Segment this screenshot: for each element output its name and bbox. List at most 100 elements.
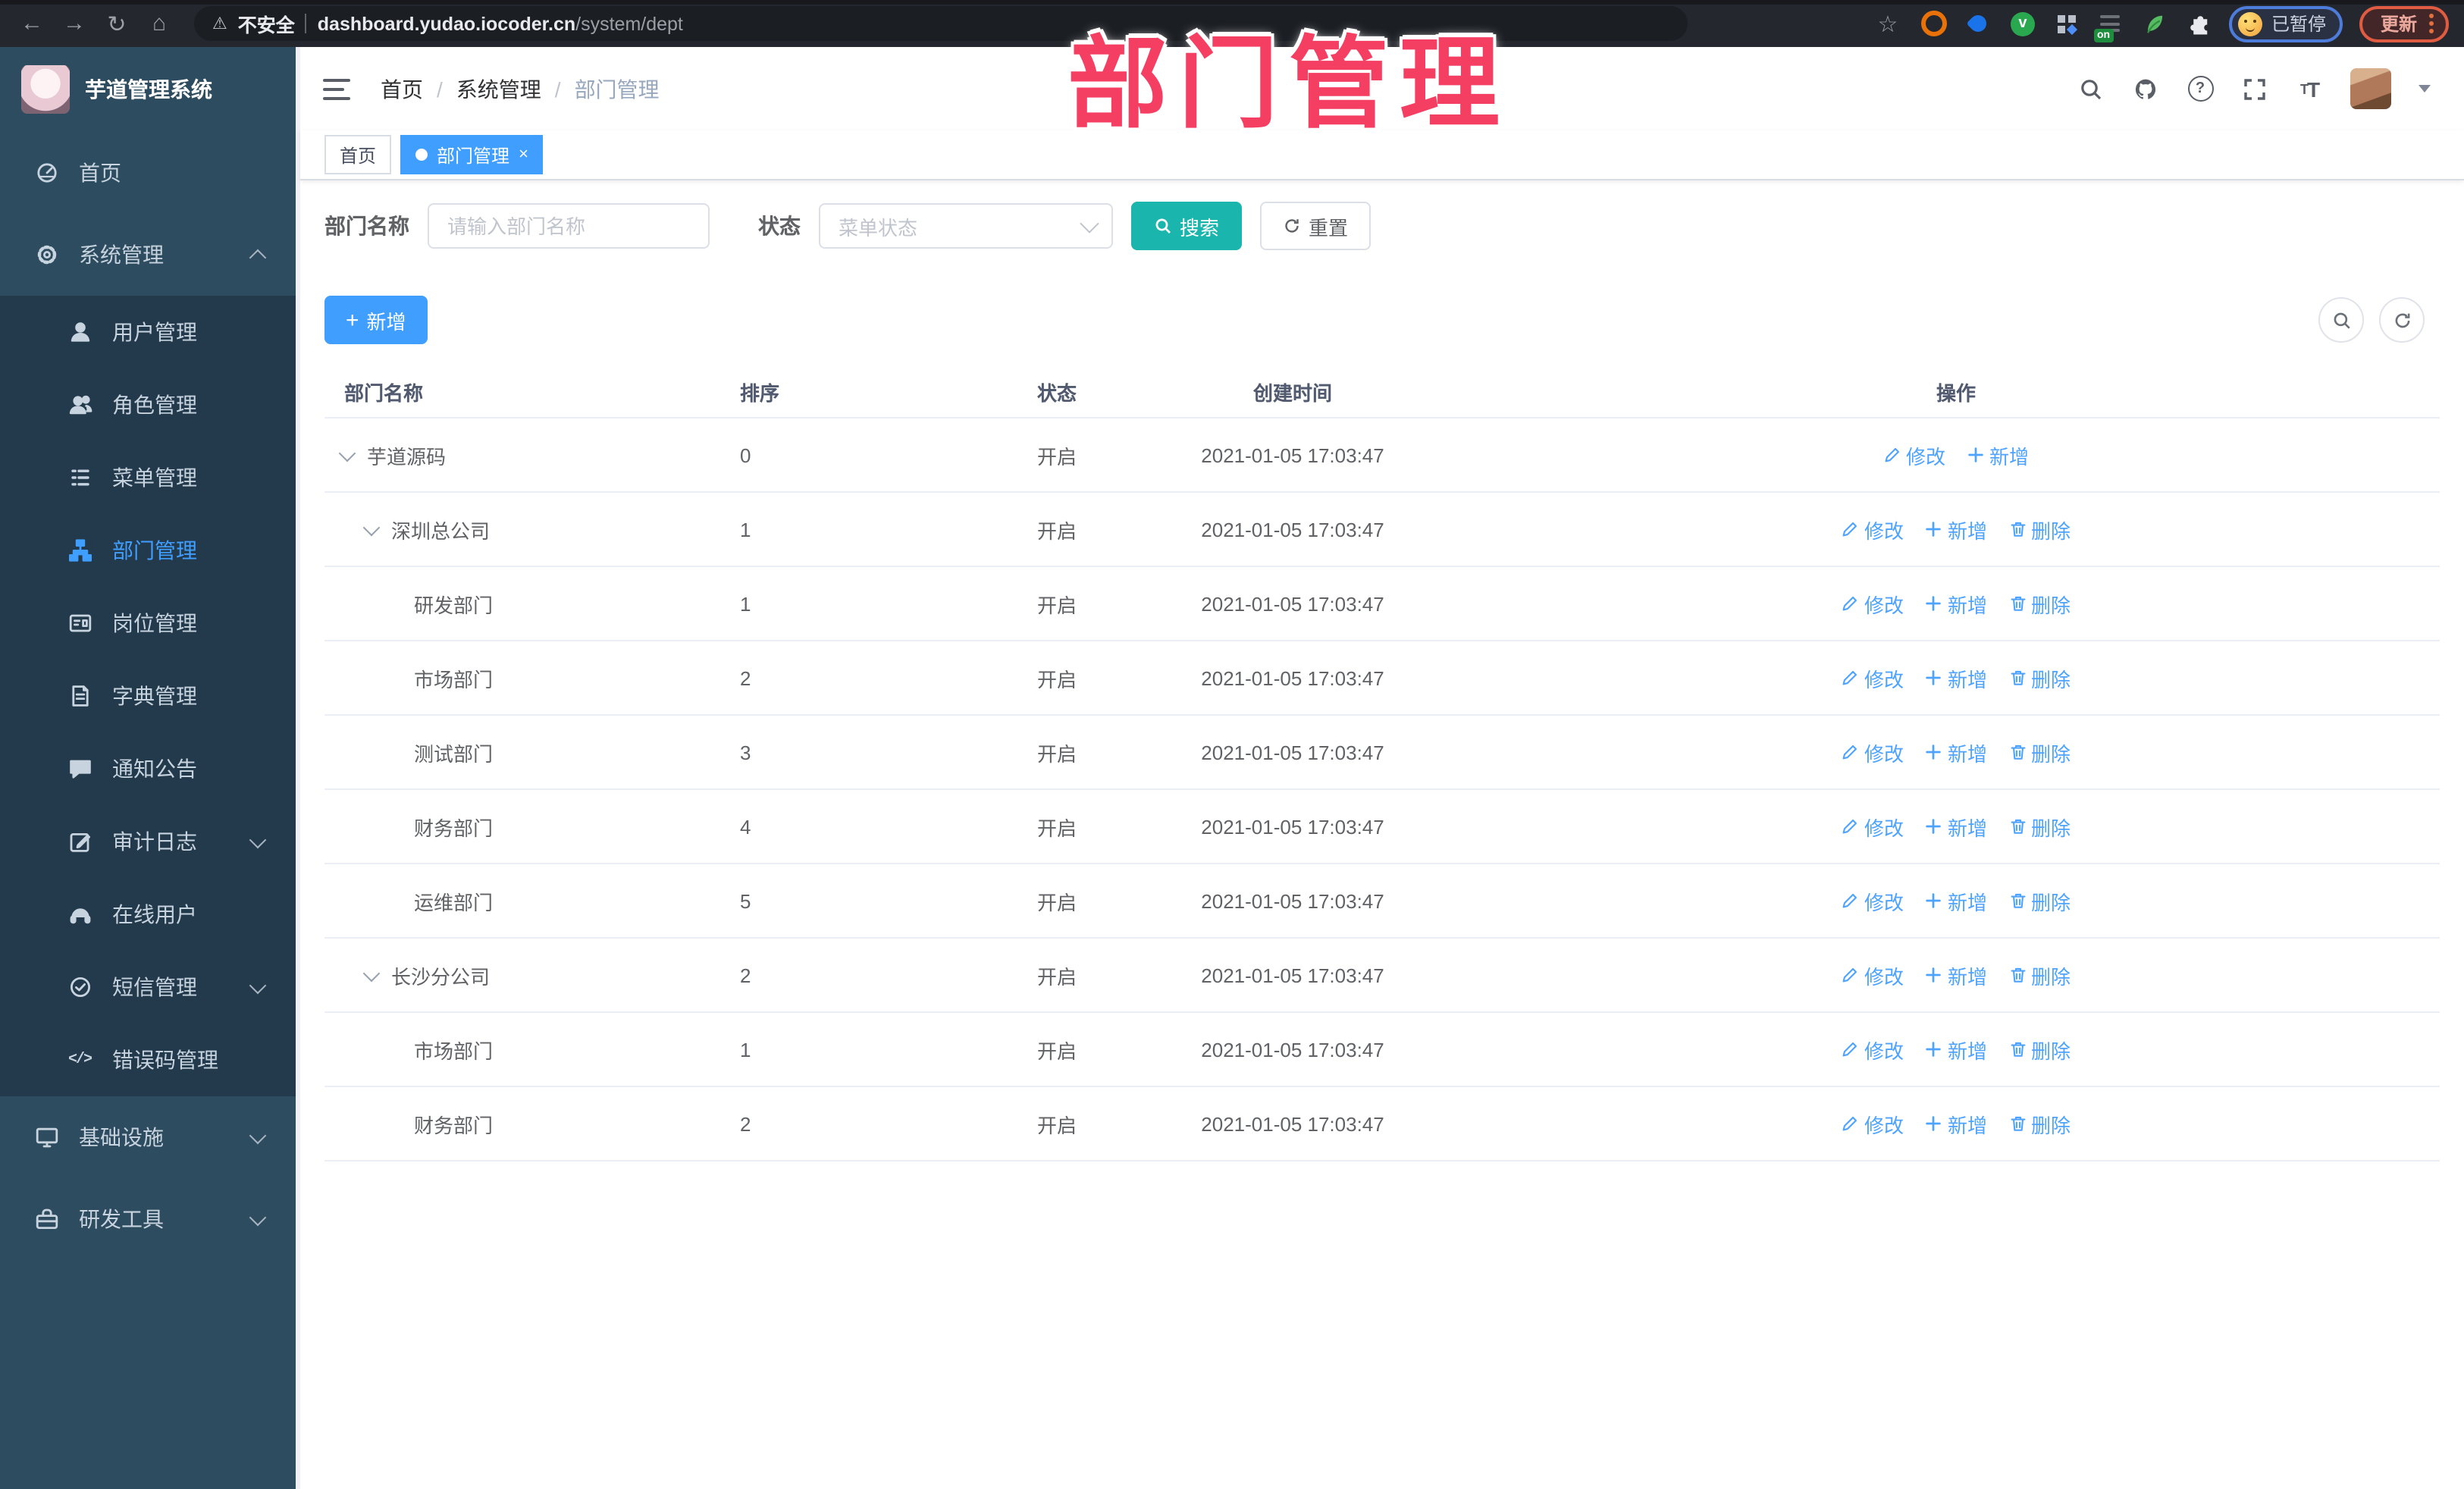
tree-expand-icon[interactable] (338, 444, 356, 462)
sidebar-item-home[interactable]: 首页 (0, 132, 300, 214)
sidebar-menu: 首页 系统管理 用户管理 角色管理 菜单管理部门管理岗位管理 字典管理通知公告审计日志 在线… (0, 132, 300, 1260)
extension-grid-icon[interactable] (2053, 10, 2080, 37)
sidebar-item-user[interactable]: 用户管理 (0, 296, 300, 368)
extension-drop-icon[interactable] (1965, 10, 1992, 37)
modify-action[interactable]: 修改 (1842, 886, 1904, 915)
modify-action[interactable]: 修改 (1883, 440, 1945, 469)
bookmark-star-icon[interactable]: ☆ (1871, 7, 1904, 40)
tree-expand-icon[interactable] (362, 964, 381, 982)
delete-action[interactable]: 删除 (2008, 738, 2071, 766)
sort-cell: 1 (740, 518, 751, 541)
sidebar-item-devtools[interactable]: 研发工具 (0, 1178, 300, 1260)
add-action[interactable]: 新增 (1925, 663, 1987, 692)
tree-expand-icon[interactable] (362, 518, 381, 536)
toggle-search-button[interactable] (2318, 297, 2364, 343)
delete-action[interactable]: 删除 (2008, 589, 2071, 618)
help-icon[interactable]: ? (2187, 75, 2214, 102)
sidebar-item-dept[interactable]: 部门管理 (0, 514, 300, 587)
extension-v-badge-icon[interactable]: v (2009, 10, 2036, 37)
font-size-icon[interactable]: TT (2296, 75, 2323, 102)
extension-sprout-icon[interactable] (2141, 10, 2168, 37)
avatar[interactable] (2350, 68, 2391, 109)
sidebar-item-online[interactable]: 在线用户 (0, 878, 300, 951)
modify-action[interactable]: 修改 (1842, 812, 1904, 841)
created-cell: 2021-01-05 17:03:47 (1201, 518, 1384, 541)
tab-home[interactable]: 首页 (324, 135, 392, 174)
add-action[interactable]: 新增 (1925, 589, 1987, 618)
sidebar-item-audit[interactable]: 审计日志 (0, 805, 300, 878)
modify-action[interactable]: 修改 (1842, 961, 1904, 989)
sidebar-item-label: 通知公告 (112, 757, 197, 781)
home-icon[interactable]: ⌂ (143, 7, 176, 40)
modify-action[interactable]: 修改 (1842, 515, 1904, 544)
extension-target-icon[interactable] (1921, 10, 1948, 37)
update-button[interactable]: 更新 (2359, 5, 2449, 42)
sidebar-item-notice[interactable]: 通知公告 (0, 732, 300, 805)
delete-action[interactable]: 删除 (2008, 1035, 2071, 1064)
reset-button[interactable]: 重置 (1260, 202, 1372, 250)
table-toolbar: + 新增 (324, 296, 2440, 344)
add-action[interactable]: 新增 (1925, 1109, 1987, 1138)
delete-action[interactable]: 删除 (2008, 812, 2071, 841)
sidebar-item-infra[interactable]: 基础设施 (0, 1096, 300, 1178)
chevron-down-icon[interactable] (2419, 85, 2431, 99)
add-action[interactable]: 新增 (1925, 515, 1987, 544)
add-action[interactable]: 新增 (1925, 738, 1987, 766)
back-icon[interactable]: ← (15, 7, 49, 40)
modify-action[interactable]: 修改 (1842, 589, 1904, 618)
delete-action[interactable]: 删除 (2008, 1109, 2071, 1138)
add-button[interactable]: + 新增 (324, 296, 428, 344)
refresh-button[interactable] (2379, 297, 2425, 343)
col-created: 创建时间 (1252, 381, 1332, 404)
reload-icon[interactable]: ↻ (100, 7, 133, 40)
user-icon (67, 319, 92, 345)
app-logo-row[interactable]: 芋道管理系统 (0, 47, 300, 132)
extension-puzzle-icon[interactable] (2185, 10, 2212, 37)
table-row: 运维部门 5 开启 2021-01-05 17:03:47 修改 新增 删除 (324, 864, 2440, 939)
modify-action[interactable]: 修改 (1842, 1035, 1904, 1064)
modify-action[interactable]: 修改 (1842, 663, 1904, 692)
add-action[interactable]: 新增 (1925, 812, 1987, 841)
search-icon[interactable] (2077, 75, 2105, 102)
active-dot-icon (415, 149, 428, 161)
kebab-menu-icon[interactable] (2429, 14, 2434, 33)
add-action[interactable]: 新增 (1925, 961, 1987, 989)
chevron-down-icon (249, 830, 267, 848)
sidebar-item-menu[interactable]: 菜单管理 (0, 441, 300, 514)
status-cell: 开启 (1037, 965, 1077, 988)
delete-action[interactable]: 删除 (2008, 886, 2071, 915)
status-select[interactable]: 菜单状态 (819, 203, 1113, 249)
close-icon[interactable]: × (519, 146, 528, 164)
github-icon[interactable] (2132, 75, 2159, 102)
dept-name-input[interactable] (428, 203, 710, 249)
add-action[interactable]: 新增 (1925, 886, 1987, 915)
sidebar-item-dict[interactable]: 字典管理 (0, 660, 300, 732)
add-action[interactable]: 新增 (1925, 1035, 1987, 1064)
modify-action[interactable]: 修改 (1842, 738, 1904, 766)
profile-paused-chip[interactable]: 已暂停 (2228, 5, 2343, 42)
breadcrumb-home[interactable]: 首页 (381, 74, 423, 104)
delete-action[interactable]: 删除 (2008, 663, 2071, 692)
tab-dept[interactable]: 部门管理 × (400, 135, 544, 174)
add-action[interactable]: 新增 (1967, 440, 2029, 469)
modify-action[interactable]: 修改 (1842, 1109, 1904, 1138)
sidebar-item-errcode[interactable]: </> 错误码管理 (0, 1023, 300, 1096)
sidebar-item-post[interactable]: 岗位管理 (0, 587, 300, 660)
breadcrumb-system[interactable]: 系统管理 (456, 74, 541, 104)
forward-icon[interactable]: → (58, 7, 91, 40)
delete-action[interactable]: 删除 (2008, 961, 2071, 989)
created-cell: 2021-01-05 17:03:47 (1201, 444, 1384, 466)
sidebar-item-label: 部门管理 (112, 538, 197, 563)
sidebar-item-system[interactable]: 系统管理 (0, 214, 300, 296)
headset-icon (67, 901, 92, 927)
sidebar-item-sms[interactable]: 短信管理 (0, 951, 300, 1023)
extension-tabs-icon[interactable]: on (2093, 10, 2124, 42)
hamburger-icon[interactable] (323, 78, 350, 99)
search-button[interactable]: 搜索 (1131, 202, 1243, 250)
delete-action[interactable]: 删除 (2008, 515, 2071, 544)
status-cell: 开启 (1037, 891, 1077, 914)
actions-cell: 修改 新增 删除 (1744, 812, 2168, 841)
sidebar-item-role[interactable]: 角色管理 (0, 368, 300, 441)
table-row: 深圳总公司 1 开启 2021-01-05 17:03:47 修改 新增 删除 (324, 493, 2440, 567)
fullscreen-icon[interactable] (2241, 75, 2268, 102)
